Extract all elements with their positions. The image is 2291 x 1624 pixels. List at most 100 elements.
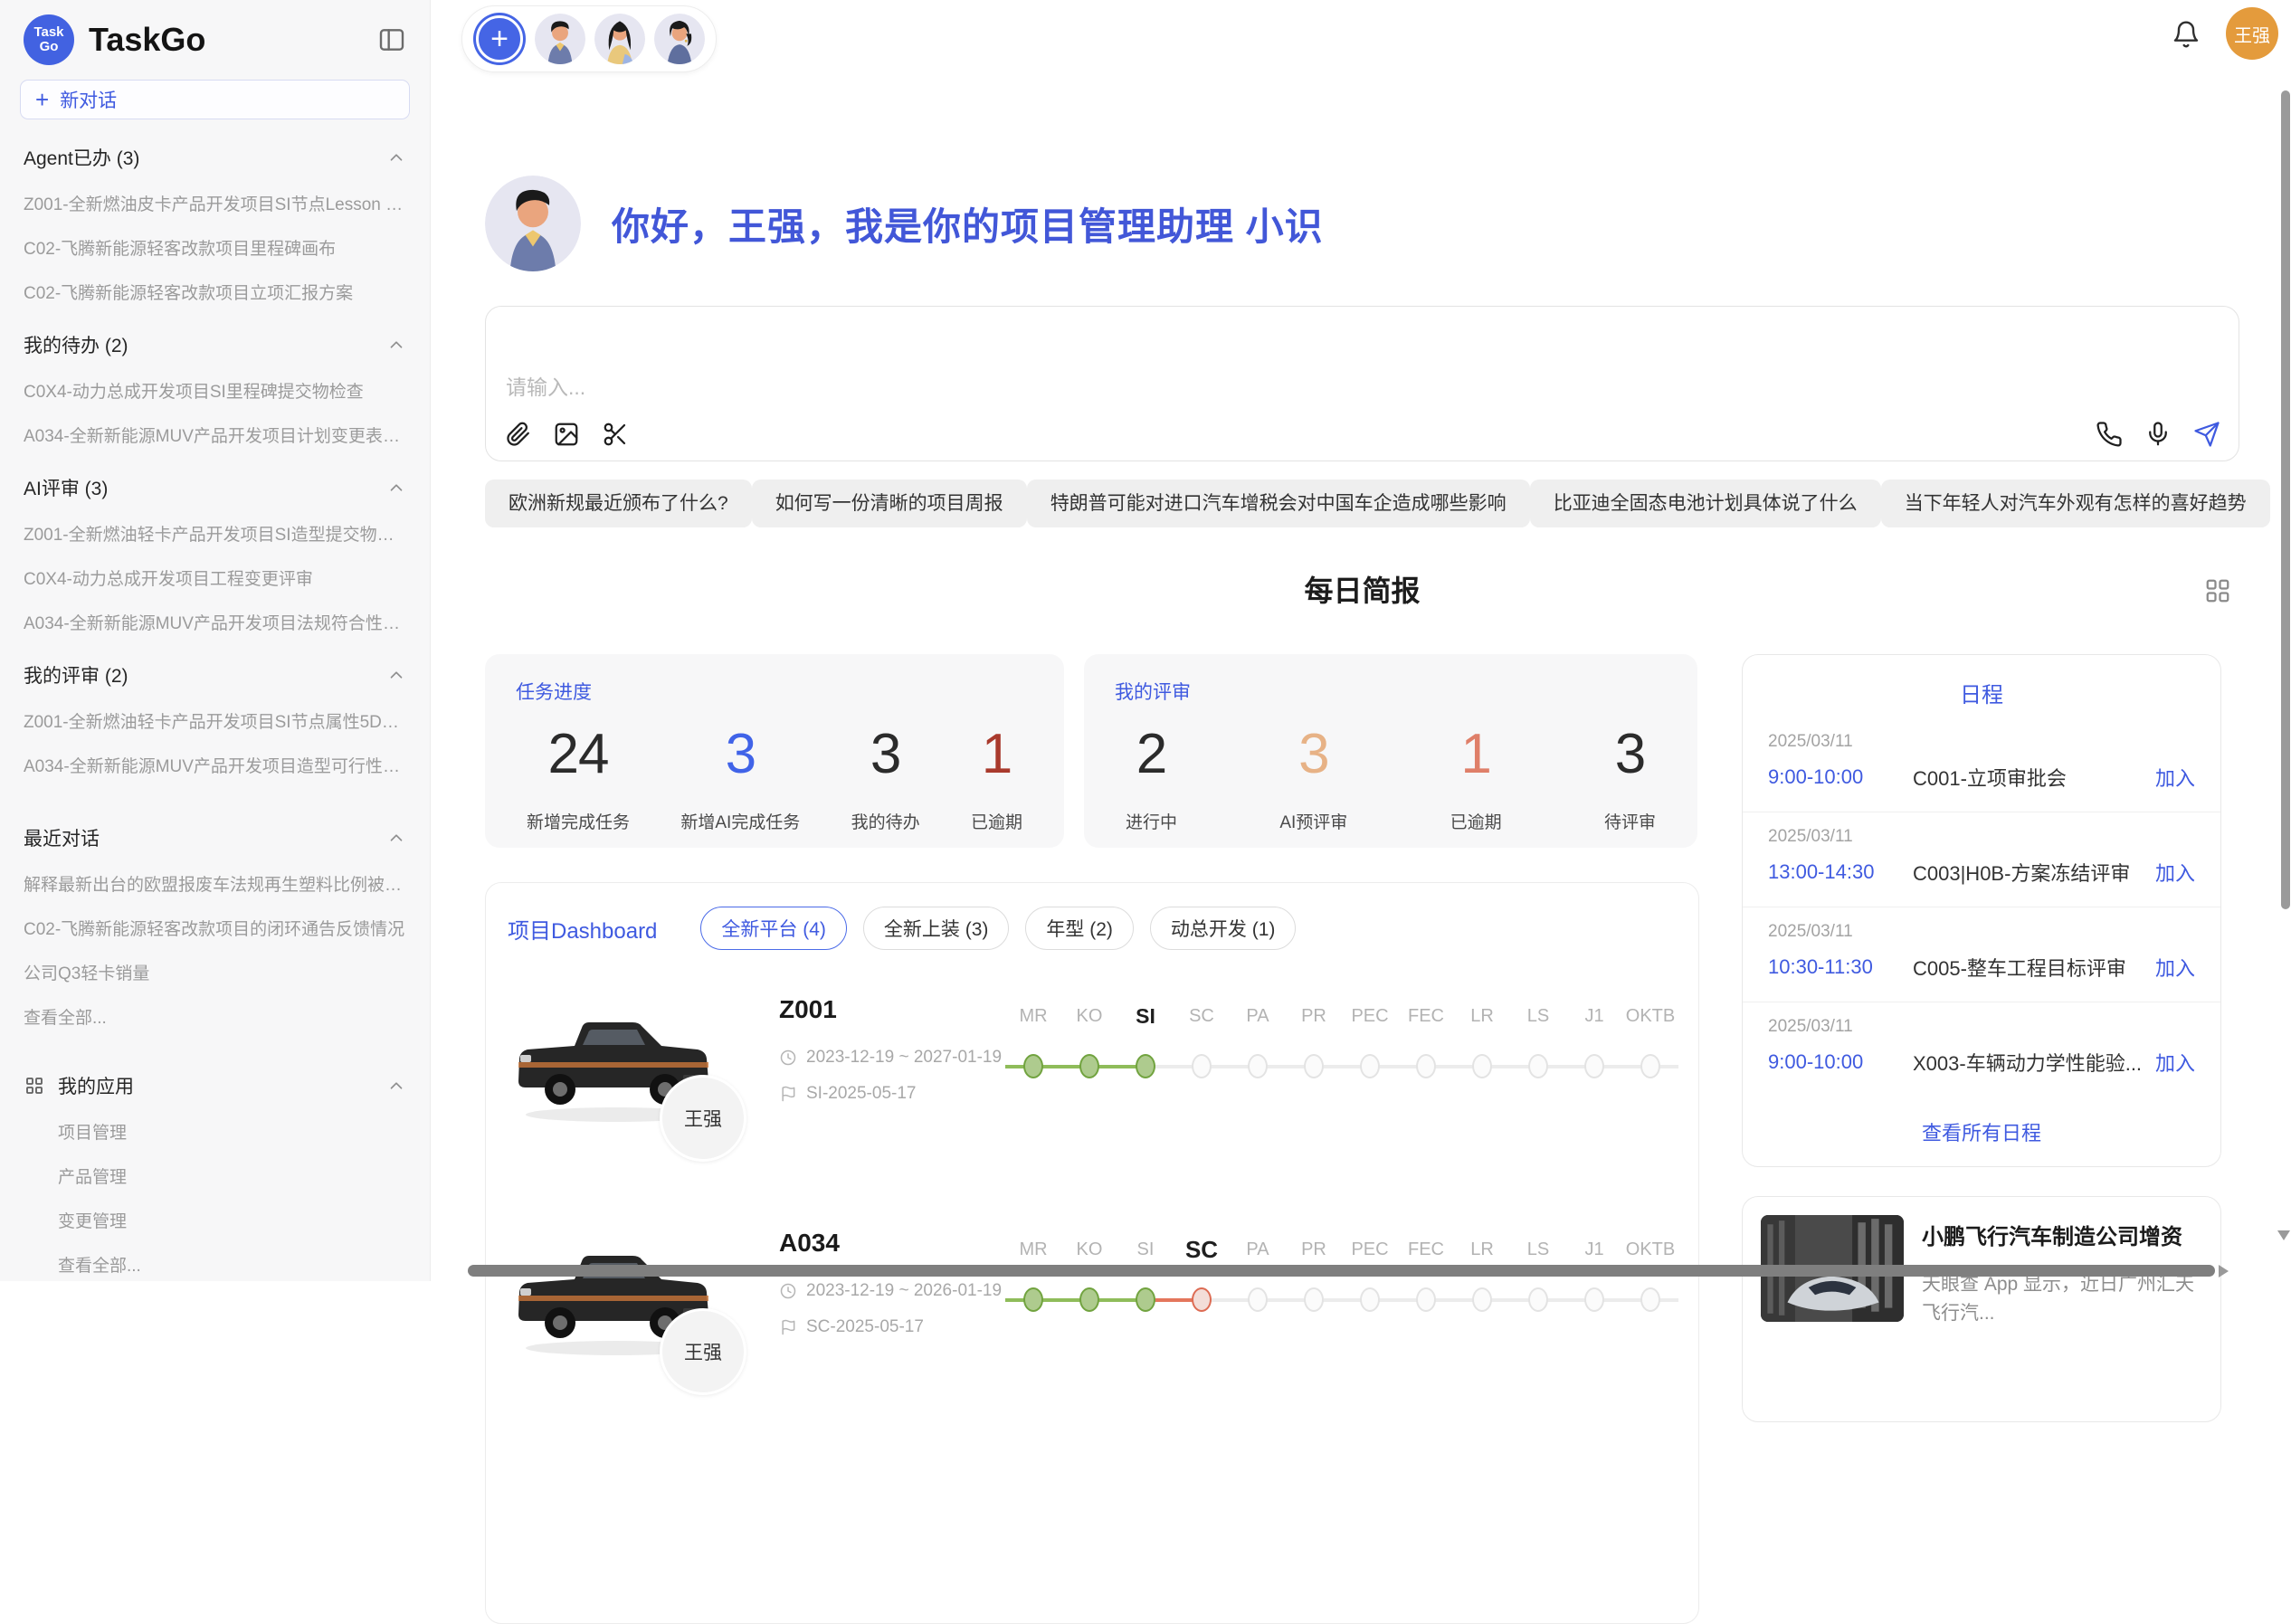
milestone-dot[interactable] xyxy=(1528,1054,1548,1078)
chevron-up-icon[interactable] xyxy=(386,335,406,355)
milestone-dot[interactable] xyxy=(1472,1054,1492,1078)
milestone-dot[interactable] xyxy=(1023,1287,1043,1312)
milestone-dot[interactable] xyxy=(1248,1287,1268,1312)
milestone-dot[interactable] xyxy=(1079,1287,1099,1312)
milestone-dot[interactable] xyxy=(1136,1287,1155,1312)
microphone-icon[interactable] xyxy=(2144,421,2172,448)
milestone-dot[interactable] xyxy=(1023,1054,1043,1078)
milestone-dot[interactable] xyxy=(1192,1054,1212,1078)
milestone-dot[interactable] xyxy=(1360,1054,1380,1078)
list-item[interactable]: Z001-全新燃油轻卡产品开发项目SI节点属性5D文件评审 xyxy=(18,698,412,743)
list-item[interactable]: C02-飞腾新能源轻客改款项目立项汇报方案 xyxy=(18,270,412,314)
project-row[interactable]: 王强 Z001 2023-12-19 ~ 2027-01-19 SI-2025-… xyxy=(508,992,1677,1183)
list-item[interactable]: 查看全部... xyxy=(18,994,412,1039)
app-sub-item[interactable]: 查看全部... xyxy=(18,1242,412,1281)
milestone-dot[interactable] xyxy=(1528,1287,1548,1312)
scissors-icon[interactable] xyxy=(602,421,629,448)
suggestion-chip[interactable]: 如何写一份清晰的项目周报 xyxy=(752,480,1027,527)
section-header[interactable]: AI评审 (3) xyxy=(18,464,412,511)
dashboard-tab[interactable]: 动总开发 (1) xyxy=(1150,907,1297,950)
voice-call-icon[interactable] xyxy=(2096,421,2123,448)
my-apps-header[interactable]: 我的应用 xyxy=(18,1062,412,1109)
milestone-dot-cell xyxy=(1005,1285,1061,1315)
attachment-icon[interactable] xyxy=(504,421,531,448)
suggestion-chip[interactable]: 当下年轻人对汽车外观有怎样的喜好趋势 xyxy=(1881,480,2270,527)
view-all-schedule-link[interactable]: 查看所有日程 xyxy=(1743,1117,2220,1146)
stat-card-title: 我的评审 xyxy=(1115,678,1667,705)
add-session-button[interactable]: + xyxy=(476,15,523,62)
suggestion-chip[interactable]: 欧洲新规最近颁布了什么? xyxy=(485,480,752,527)
chevron-up-icon[interactable] xyxy=(386,147,406,167)
milestone-dot[interactable] xyxy=(1640,1287,1660,1312)
suggestion-chip[interactable]: 比亚迪全固态电池计划具体说了什么 xyxy=(1530,480,1881,527)
app-sub-item[interactable]: 项目管理 xyxy=(18,1109,412,1154)
stat-label: 我的待办 xyxy=(851,809,920,833)
scroll-right-arrow-icon[interactable] xyxy=(2219,1265,2229,1277)
image-icon[interactable] xyxy=(553,421,580,448)
join-meeting-link[interactable]: 加入 xyxy=(2155,1048,2195,1077)
app-sub-item[interactable]: 产品管理 xyxy=(18,1154,412,1198)
milestone-dot[interactable] xyxy=(1640,1054,1660,1078)
list-item[interactable]: A034-全新新能源MUV产品开发项目法规符合性评审 xyxy=(18,600,412,644)
chat-composer[interactable]: 请输入... xyxy=(485,306,2239,461)
section-header[interactable]: 我的评审 (2) xyxy=(18,651,412,698)
list-item[interactable]: 公司Q3轻卡销量 xyxy=(18,950,412,994)
list-item[interactable]: C0X4-动力总成开发项目SI里程碑提交物检查 xyxy=(18,368,412,413)
session-avatar-1[interactable] xyxy=(535,14,585,64)
section-header[interactable]: 最近对话 xyxy=(18,814,412,861)
milestone-label: SC xyxy=(1174,1234,1230,1265)
milestone-dot[interactable] xyxy=(1360,1287,1380,1312)
join-meeting-link[interactable]: 加入 xyxy=(2155,763,2195,792)
list-item[interactable]: C0X4-动力总成开发项目工程变更评审 xyxy=(18,556,412,600)
join-meeting-link[interactable]: 加入 xyxy=(2155,858,2195,887)
vertical-scrollbar[interactable] xyxy=(2281,90,2290,909)
dashboard-tab[interactable]: 全新平台 (4) xyxy=(700,907,847,950)
news-card[interactable]: 小鹏飞行汽车制造公司增资 天眼查 App 显示，近日广州汇天飞行汽... xyxy=(1742,1196,2221,1422)
horizontal-scrollbar[interactable] xyxy=(468,1265,2215,1277)
new-chat-button[interactable]: + 新对话 xyxy=(20,80,410,119)
notification-bell-icon[interactable] xyxy=(2172,20,2201,49)
milestone-label: SC xyxy=(1174,1001,1230,1031)
milestone-dot[interactable] xyxy=(1416,1054,1436,1078)
user-avatar[interactable]: 王强 xyxy=(2226,7,2278,60)
list-item[interactable]: A034-全新新能源MUV产品开发项目计划变更表编写 xyxy=(18,413,412,457)
section-header[interactable]: 我的待办 (2) xyxy=(18,321,412,368)
flag-icon xyxy=(779,1085,797,1103)
milestone-dot[interactable] xyxy=(1472,1287,1492,1312)
milestone-dot[interactable] xyxy=(1079,1054,1099,1078)
list-item[interactable]: Z001-全新燃油皮卡产品开发项目SI节点Lesson Learn报告 xyxy=(18,181,412,225)
chevron-up-icon[interactable] xyxy=(386,1076,406,1096)
chevron-up-icon[interactable] xyxy=(386,478,406,498)
layout-grid-icon[interactable] xyxy=(2204,577,2231,604)
send-icon[interactable] xyxy=(2193,421,2220,448)
chevron-up-icon[interactable] xyxy=(386,665,406,685)
logo-line2: Go xyxy=(40,40,59,54)
list-item[interactable]: C02-飞腾新能源轻客改款项目里程碑画布 xyxy=(18,225,412,270)
dashboard-tab[interactable]: 年型 (2) xyxy=(1025,907,1134,950)
section-header[interactable]: Agent已办 (3) xyxy=(18,134,412,181)
milestone-dot[interactable] xyxy=(1584,1287,1604,1312)
dashboard-tab[interactable]: 全新上装 (3) xyxy=(863,907,1010,950)
app-sub-item[interactable]: 变更管理 xyxy=(18,1198,412,1242)
app-logo: Task Go xyxy=(24,14,74,65)
milestone-dot[interactable] xyxy=(1248,1054,1268,1078)
session-avatar-3[interactable] xyxy=(654,14,705,64)
list-item[interactable]: Z001-全新燃油轻卡产品开发项目SI造型提交物评审 xyxy=(18,511,412,556)
project-row[interactable]: 王强 A034 2023-12-19 ~ 2026-01-19 SC-2025-… xyxy=(508,1225,1677,1417)
milestone-dot[interactable] xyxy=(1304,1054,1324,1078)
chevron-up-icon[interactable] xyxy=(386,828,406,848)
suggestion-chip[interactable]: 特朗普可能对进口汽车增税会对中国车企造成哪些影响 xyxy=(1027,480,1530,527)
milestone-dot[interactable] xyxy=(1304,1287,1324,1312)
list-item[interactable]: C02-飞腾新能源轻客改款项目的闭环通告反馈情况 xyxy=(18,906,412,950)
list-item[interactable]: A034-全新新能源MUV产品开发项目造型可行性评审 xyxy=(18,743,412,787)
join-meeting-link[interactable]: 加入 xyxy=(2155,953,2195,982)
milestone-dot[interactable] xyxy=(1192,1287,1212,1312)
milestone-dot[interactable] xyxy=(1416,1287,1436,1312)
scroll-down-arrow-icon[interactable] xyxy=(2277,1230,2290,1240)
milestone-dot[interactable] xyxy=(1136,1054,1155,1078)
session-avatar-2[interactable] xyxy=(594,14,645,64)
milestone-dot[interactable] xyxy=(1584,1054,1604,1078)
list-item[interactable]: 解释最新出台的欧盟报废车法规再生塑料比例被调至15%... xyxy=(18,861,412,906)
chat-input[interactable]: 请输入... xyxy=(506,370,868,401)
collapse-sidebar-icon[interactable] xyxy=(377,25,406,54)
